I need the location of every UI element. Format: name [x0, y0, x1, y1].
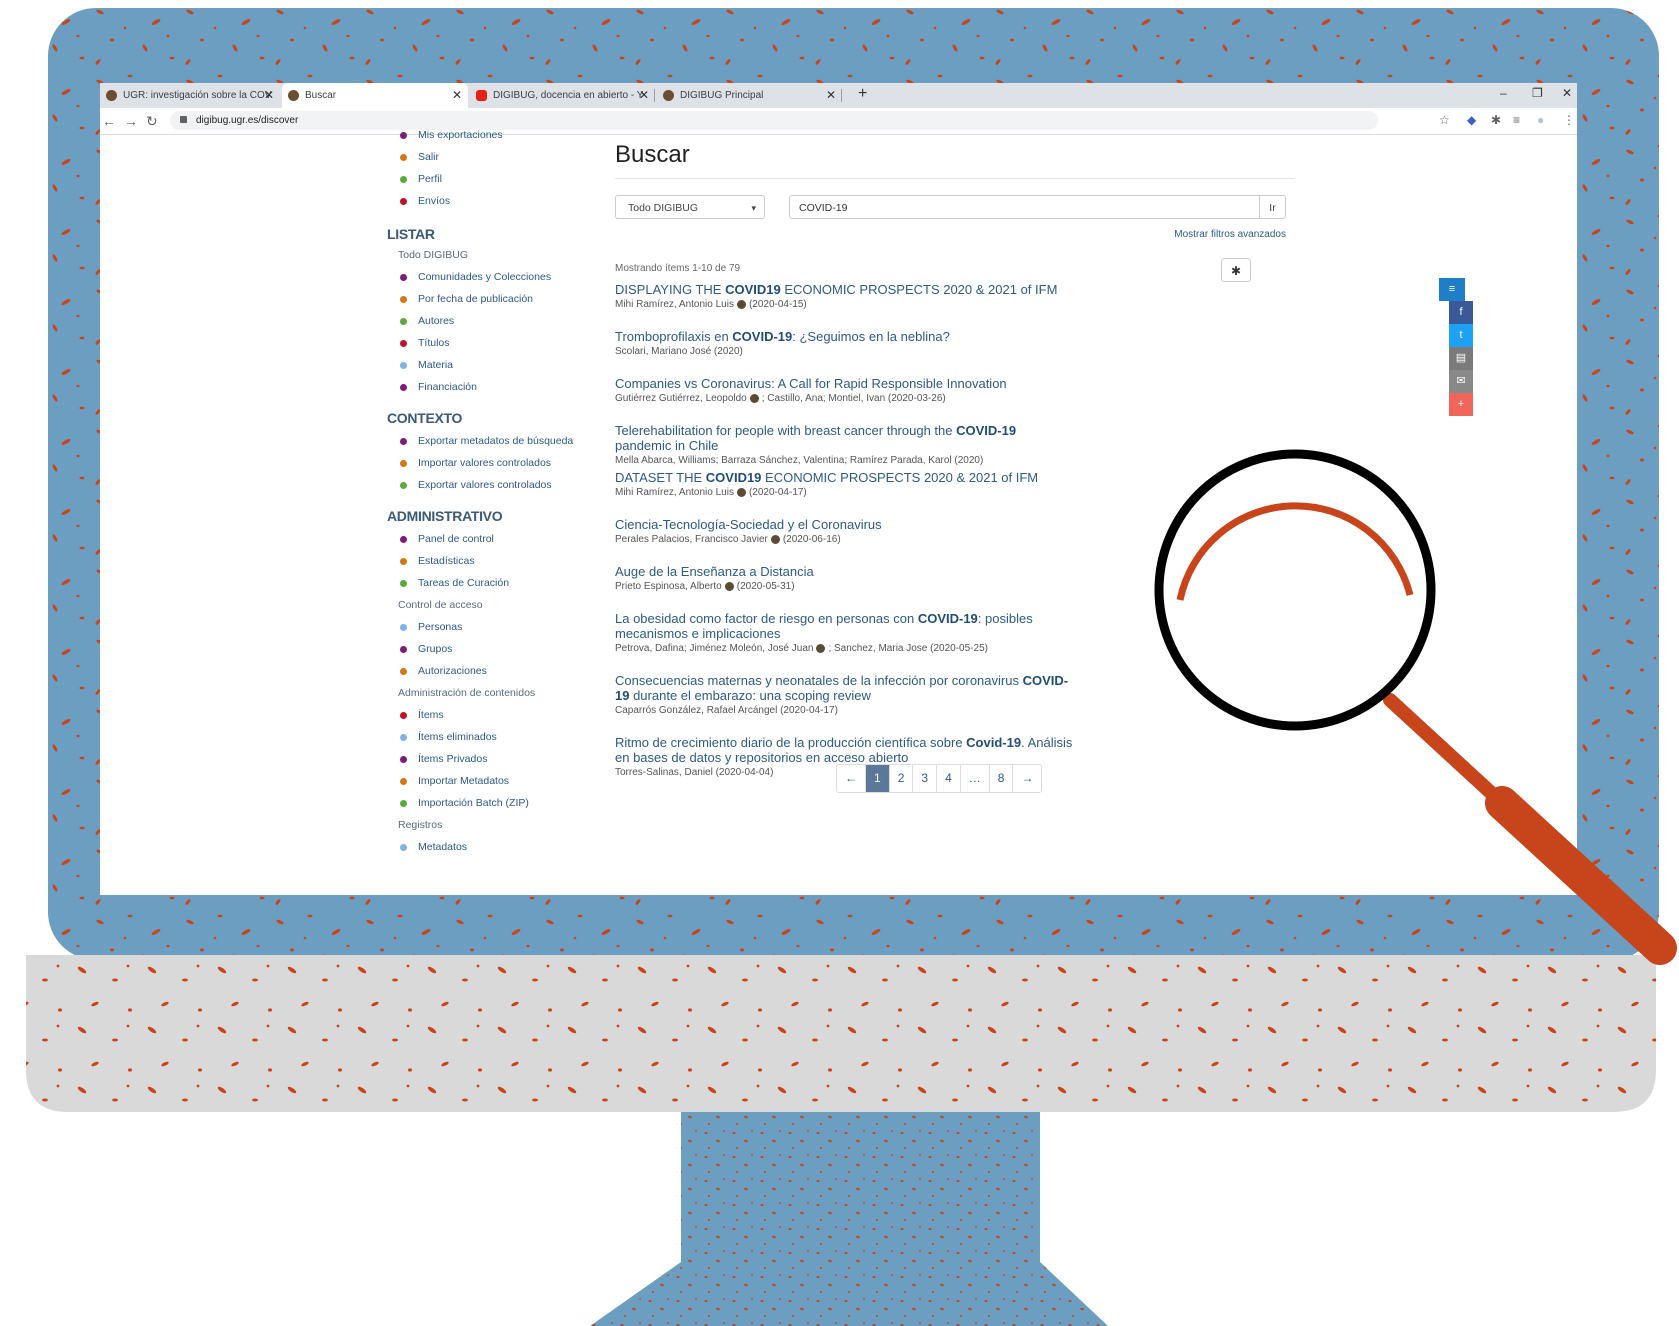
magnifier-icon — [1154, 449, 1677, 965]
